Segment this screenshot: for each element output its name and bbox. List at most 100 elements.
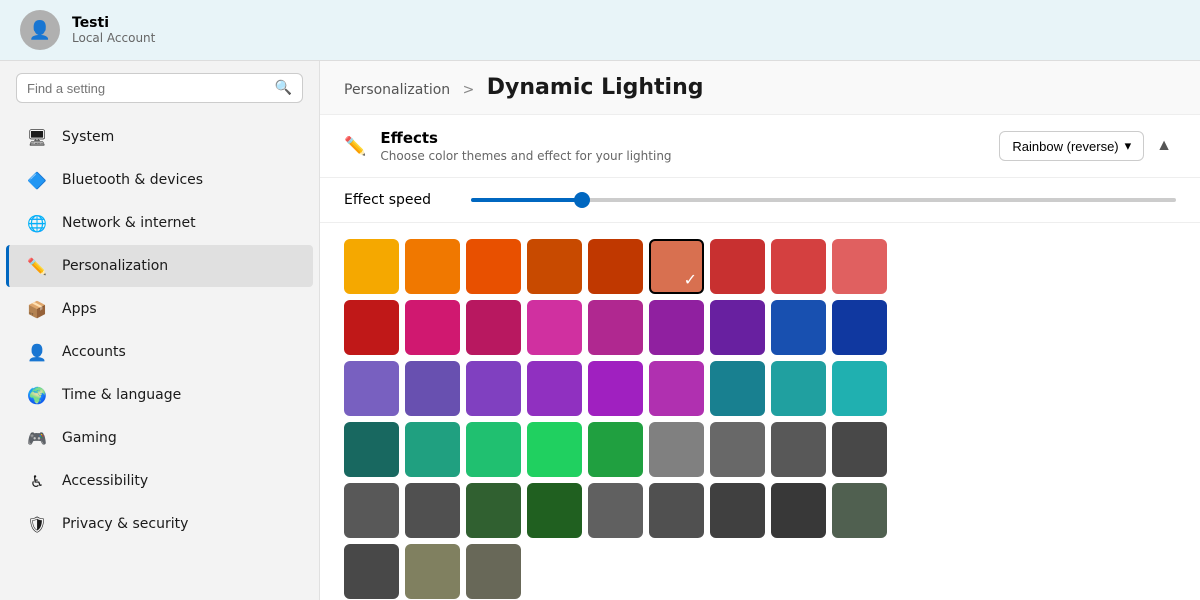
color-swatch[interactable] [527, 300, 582, 355]
username: Testi [72, 15, 155, 31]
color-swatch[interactable] [466, 422, 521, 477]
color-row [344, 300, 1176, 355]
effects-title: Effects [380, 129, 671, 147]
color-swatch[interactable] [344, 544, 399, 599]
color-swatch[interactable] [771, 300, 826, 355]
speed-label: Effect speed [344, 192, 431, 208]
apps-icon: 📦 [26, 298, 48, 320]
color-swatch[interactable] [405, 239, 460, 294]
sidebar-item-apps[interactable]: 📦 Apps [6, 288, 313, 330]
color-swatch[interactable] [527, 361, 582, 416]
collapse-button[interactable]: ▲ [1152, 133, 1176, 159]
effects-icon: ✏️ [344, 136, 366, 157]
effects-right: Rainbow (reverse) ▾ ▲ [999, 131, 1176, 161]
sidebar-item-label: Accounts [62, 344, 126, 360]
sidebar-item-label: Network & internet [62, 215, 196, 231]
color-swatch[interactable] [588, 239, 643, 294]
color-swatch[interactable] [649, 483, 704, 538]
effect-dropdown[interactable]: Rainbow (reverse) ▾ [999, 131, 1144, 161]
gaming-icon: 🎮 [26, 427, 48, 449]
color-swatch[interactable] [405, 361, 460, 416]
color-swatch[interactable] [405, 422, 460, 477]
color-swatch[interactable] [832, 483, 887, 538]
color-row [344, 544, 1176, 599]
color-swatch[interactable] [588, 300, 643, 355]
color-swatch[interactable] [466, 239, 521, 294]
sidebar-item-bluetooth[interactable]: 🔷 Bluetooth & devices [6, 159, 313, 201]
time-icon: 🌍 [26, 384, 48, 406]
color-swatch[interactable] [588, 361, 643, 416]
color-row [344, 483, 1176, 538]
color-swatch[interactable] [710, 239, 765, 294]
accessibility-icon: ♿ [26, 470, 48, 492]
sidebar-item-accessibility[interactable]: ♿ Accessibility [6, 460, 313, 502]
color-swatch[interactable] [649, 239, 704, 294]
color-swatch[interactable] [710, 483, 765, 538]
sidebar-item-network[interactable]: 🌐 Network & internet [6, 202, 313, 244]
color-swatch[interactable] [710, 300, 765, 355]
sidebar-item-time[interactable]: 🌍 Time & language [6, 374, 313, 416]
color-swatch[interactable] [405, 544, 460, 599]
color-swatch[interactable] [832, 361, 887, 416]
effects-subtitle: Choose color themes and effect for your … [380, 149, 671, 163]
color-swatch[interactable] [832, 422, 887, 477]
sidebar-item-gaming[interactable]: 🎮 Gaming [6, 417, 313, 459]
personalization-icon: ✏️ [26, 255, 48, 277]
color-swatch[interactable] [344, 422, 399, 477]
color-swatch[interactable] [344, 361, 399, 416]
effects-info: Effects Choose color themes and effect f… [380, 129, 671, 163]
color-swatch[interactable] [832, 300, 887, 355]
color-swatch[interactable] [832, 239, 887, 294]
color-swatch[interactable] [771, 483, 826, 538]
color-swatch[interactable] [771, 361, 826, 416]
color-swatch[interactable] [771, 422, 826, 477]
color-swatch[interactable] [466, 544, 521, 599]
sidebar-item-privacy[interactable]: 🛡 Privacy & security [6, 503, 313, 545]
color-swatch[interactable] [344, 239, 399, 294]
privacy-icon: 🛡 [26, 513, 48, 535]
color-swatch[interactable] [527, 483, 582, 538]
color-swatch[interactable] [466, 300, 521, 355]
accounts-icon: 👤 [26, 341, 48, 363]
sidebar-item-label: Bluetooth & devices [62, 172, 203, 188]
breadcrumb: Personalization > Dynamic Lighting [320, 61, 1200, 115]
speed-slider-container [471, 198, 1176, 202]
sidebar-item-label: Privacy & security [62, 516, 188, 532]
color-swatch[interactable] [710, 361, 765, 416]
color-swatch[interactable] [405, 483, 460, 538]
color-swatch[interactable] [710, 422, 765, 477]
color-swatch[interactable] [527, 239, 582, 294]
search-icon: 🔍 [275, 80, 292, 96]
color-swatch[interactable] [466, 483, 521, 538]
color-swatch[interactable] [344, 300, 399, 355]
color-swatch[interactable] [588, 483, 643, 538]
breadcrumb-separator: > [463, 82, 475, 98]
main-layout: 🔍 🖥 System 🔷 Bluetooth & devices 🌐 Netwo… [0, 61, 1200, 600]
color-swatch[interactable] [527, 422, 582, 477]
sidebar-item-label: System [62, 129, 114, 145]
color-swatch[interactable] [771, 239, 826, 294]
color-swatch[interactable] [649, 422, 704, 477]
sidebar-item-system[interactable]: 🖥 System [6, 116, 313, 158]
color-swatch[interactable] [344, 483, 399, 538]
effects-section-header: ✏️ Effects Choose color themes and effec… [320, 115, 1200, 178]
avatar-icon: 👤 [29, 20, 51, 41]
page-title: Dynamic Lighting [487, 75, 704, 100]
color-row [344, 422, 1176, 477]
chevron-down-icon: ▾ [1125, 138, 1132, 154]
speed-slider[interactable] [471, 198, 1176, 202]
color-swatch[interactable] [466, 361, 521, 416]
sidebar-item-accounts[interactable]: 👤 Accounts [6, 331, 313, 373]
sidebar-item-label: Personalization [62, 258, 168, 274]
color-swatch[interactable] [649, 300, 704, 355]
user-role: Local Account [72, 31, 155, 45]
content-area: Personalization > Dynamic Lighting ✏️ Ef… [320, 61, 1200, 600]
color-swatch[interactable] [588, 422, 643, 477]
color-swatch[interactable] [405, 300, 460, 355]
color-swatch[interactable] [649, 361, 704, 416]
sidebar-item-personalization[interactable]: ✏️ Personalization [6, 245, 313, 287]
search-input[interactable] [27, 81, 267, 96]
sidebar-item-label: Time & language [62, 387, 181, 403]
search-box[interactable]: 🔍 [16, 73, 303, 103]
bluetooth-icon: 🔷 [26, 169, 48, 191]
